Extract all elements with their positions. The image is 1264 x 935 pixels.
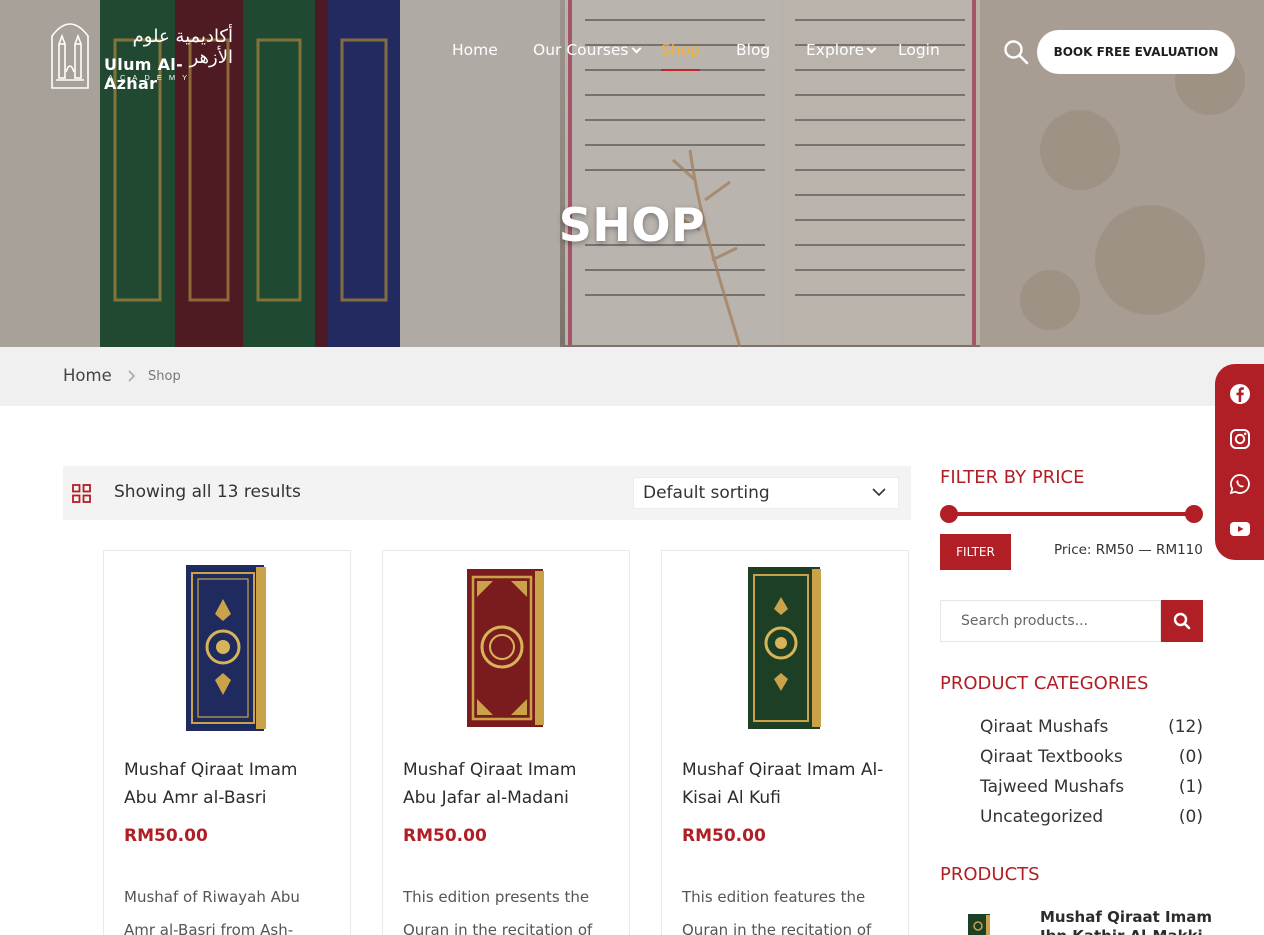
- chevron-down-icon: [872, 488, 886, 497]
- product-price: RM50.00: [124, 826, 208, 846]
- product-price: RM50.00: [403, 826, 487, 846]
- shop-toolbar: Showing all 13 results Default sorting: [63, 466, 911, 520]
- category-name: Tajweed Mushafs: [980, 777, 1125, 797]
- product-search-input[interactable]: [940, 600, 1161, 642]
- search-icon[interactable]: [1003, 39, 1029, 65]
- chevron-down-icon: [631, 43, 641, 54]
- grid-view-icon[interactable]: [72, 484, 91, 503]
- category-count: (12): [1168, 717, 1203, 737]
- breadcrumb-home-link[interactable]: Home: [63, 366, 112, 385]
- logo-tagline: ACADEMY: [108, 73, 195, 82]
- facebook-icon[interactable]: [1228, 382, 1252, 406]
- product-categories-heading: PRODUCT CATEGORIES: [940, 673, 1149, 694]
- results-count: Showing all 13 results: [114, 482, 301, 502]
- search-icon: [1173, 612, 1191, 630]
- product-price: RM50.00: [682, 826, 766, 846]
- filter-by-price-heading: FILTER BY PRICE: [940, 467, 1085, 488]
- product-title[interactable]: Mushaf Qiraat Imam Abu Jafar al-Madani: [403, 756, 613, 812]
- category-count: (0): [1178, 807, 1203, 827]
- price-slider-min-handle[interactable]: [940, 505, 958, 523]
- category-item[interactable]: Qiraat Mushafs (12): [980, 717, 1203, 741]
- category-count: (0): [1178, 747, 1203, 767]
- sort-select[interactable]: Default sorting: [633, 477, 899, 509]
- hero-banner: أكاديمية علوم الأزهر Ulum Al-Azhar ACADE…: [0, 0, 1264, 347]
- nav-home[interactable]: Home: [452, 41, 498, 59]
- category-name: Uncategorized: [980, 807, 1104, 827]
- book-free-evaluation-button[interactable]: BOOK FREE EVALUATION: [1037, 30, 1235, 74]
- nav-login-label: Login: [898, 41, 940, 59]
- nav-our-courses-label: Our Courses: [533, 41, 629, 59]
- category-count: (1): [1178, 777, 1203, 797]
- product-title[interactable]: Mushaf Qiraat Imam Al-Kisai Al Kufi: [682, 756, 892, 812]
- category-name: Qiraat Textbooks: [980, 747, 1123, 767]
- nav-shop-label: Shop: [661, 41, 700, 59]
- products-heading: PRODUCTS: [940, 864, 1040, 885]
- category-name: Qiraat Mushafs: [980, 717, 1109, 737]
- price-slider-track[interactable]: [948, 512, 1194, 516]
- price-range-label: Price: RM50 — RM110: [1054, 542, 1203, 558]
- nav-our-courses[interactable]: Our Courses: [533, 41, 641, 59]
- nav-explore-label: Explore: [806, 41, 865, 59]
- category-item[interactable]: Tajweed Mushafs (1): [980, 777, 1203, 801]
- whatsapp-icon[interactable]: [1228, 472, 1252, 496]
- instagram-icon[interactable]: [1228, 427, 1252, 451]
- product-image[interactable]: [734, 559, 834, 735]
- product-card[interactable]: Mushaf Qiraat Imam Abu Amr al-Basri RM50…: [103, 550, 351, 935]
- nav-blog-label: Blog: [736, 41, 771, 59]
- chevron-down-icon: [866, 43, 877, 54]
- price-slider-max-handle[interactable]: [1185, 505, 1203, 523]
- filter-button[interactable]: FILTER: [940, 534, 1011, 570]
- featured-product-thumbnail[interactable]: [962, 912, 996, 935]
- product-image[interactable]: [455, 559, 555, 735]
- nav-active-underline: [661, 69, 700, 71]
- sort-selected-label: Default sorting: [643, 483, 770, 503]
- social-sidebar: [1215, 364, 1264, 560]
- breadcrumb: Home Shop: [0, 347, 1264, 406]
- product-title[interactable]: Mushaf Qiraat Imam Abu Amr al-Basri: [124, 756, 334, 812]
- product-description: Mushaf of Riwayah Abu Amr al-Basri from …: [124, 888, 300, 935]
- product-card[interactable]: Mushaf Qiraat Imam Al-Kisai Al Kufi RM50…: [661, 550, 909, 935]
- nav-explore[interactable]: Explore: [806, 41, 877, 59]
- site-logo[interactable]: أكاديمية علوم الأزهر Ulum Al-Azhar ACADE…: [48, 10, 233, 93]
- nav-login[interactable]: Login: [898, 41, 940, 59]
- logo-emblem-icon: [51, 23, 89, 89]
- nav-shop[interactable]: Shop: [661, 41, 700, 71]
- nav-home-label: Home: [452, 41, 498, 59]
- product-description: This edition features the Quran in the r…: [682, 888, 872, 935]
- category-item[interactable]: Uncategorized (0): [980, 807, 1203, 831]
- featured-product-title[interactable]: Mushaf Qiraat Imam Ibn Kathir Al-Makki: [1040, 908, 1220, 935]
- breadcrumb-current: Shop: [148, 369, 181, 384]
- category-item[interactable]: Qiraat Textbooks (0): [980, 747, 1203, 771]
- page-title: SHOP: [558, 198, 706, 252]
- product-description: This edition presents the Quran in the r…: [403, 888, 593, 935]
- product-image[interactable]: [176, 559, 276, 735]
- youtube-icon[interactable]: [1228, 517, 1252, 541]
- product-card[interactable]: Mushaf Qiraat Imam Abu Jafar al-Madani R…: [382, 550, 630, 935]
- nav-blog[interactable]: Blog: [736, 41, 770, 59]
- chevron-right-icon: [128, 370, 136, 382]
- product-search-button[interactable]: [1161, 600, 1203, 642]
